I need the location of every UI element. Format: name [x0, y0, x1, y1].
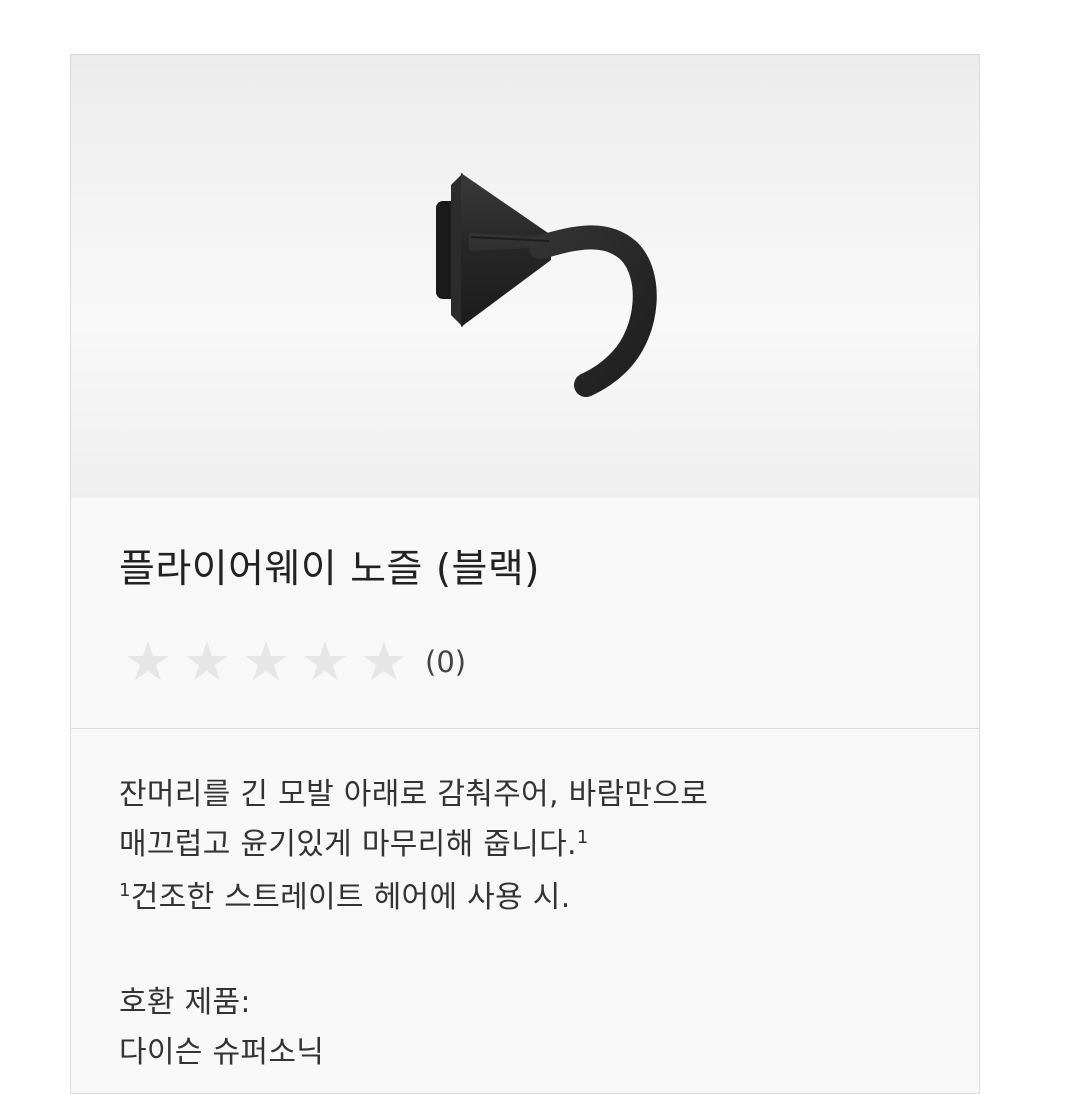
flyaway-nozzle-image: [436, 173, 657, 397]
product-header: 플라이어웨이 노즐 (블랙) ★ ★ ★ ★ ★ (0): [71, 498, 979, 729]
footnote: 1건조한 스트레이트 헤어에 사용 시.: [119, 872, 571, 916]
star-rating[interactable]: ★ ★ ★ ★ ★: [119, 630, 413, 693]
product-image-area[interactable]: [71, 55, 979, 498]
footnote-reference: 1: [576, 827, 589, 848]
description-line-2-text: 매끄럽고 윤기있게 마무리해 줍니다.: [119, 827, 577, 862]
description-line-1: 잔머리를 긴 모발 아래로 감춰주어, 바람만으로: [119, 777, 709, 812]
product-title[interactable]: 플라이어웨이 노즐 (블랙): [119, 538, 540, 594]
footnote-marker: 1: [119, 880, 131, 901]
compatibility-label: 호환 제품:: [119, 985, 251, 1020]
rating[interactable]: ★ ★ ★ ★ ★ (0): [119, 630, 466, 693]
product-card[interactable]: 플라이어웨이 노즐 (블랙) ★ ★ ★ ★ ★ (0) 잔머리를 긴 모발 아…: [70, 54, 980, 1094]
star-empty-icon: ★: [182, 630, 232, 693]
star-empty-icon: ★: [359, 630, 409, 693]
star-empty-icon: ★: [241, 630, 291, 693]
star-empty-icon: ★: [123, 630, 173, 693]
star-empty-icon: ★: [300, 630, 350, 693]
footnote-text: 건조한 스트레이트 헤어에 사용 시.: [130, 880, 571, 915]
review-count[interactable]: (0): [425, 645, 466, 679]
description-line-2: 매끄럽고 윤기있게 마무리해 줍니다.1: [119, 819, 589, 863]
product-description: 잔머리를 긴 모발 아래로 감춰주어, 바람만으로 매끄럽고 윤기있게 마무리해…: [71, 729, 979, 1093]
compatibility-value: 다이슨 슈퍼소닉: [119, 1035, 325, 1070]
